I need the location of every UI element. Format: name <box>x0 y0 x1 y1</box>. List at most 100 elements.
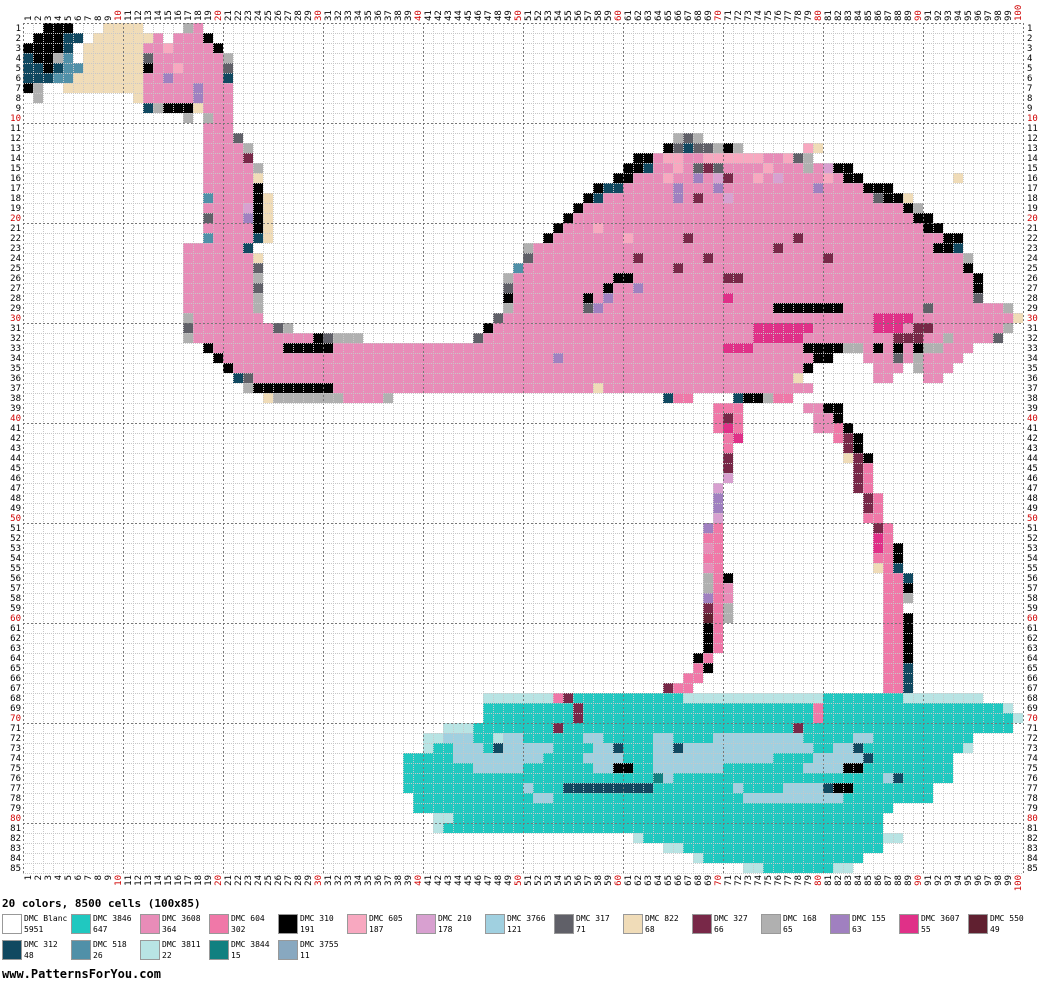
row-number: 57 <box>1027 584 1038 594</box>
stitch-cell <box>93 73 103 83</box>
legend-item: DMC 550 49 <box>968 914 1036 936</box>
stitch-cell <box>693 243 703 253</box>
stitch-cell <box>833 163 843 173</box>
stitch-cell <box>913 313 923 323</box>
stitch-cell <box>823 833 833 843</box>
stitch-cell <box>513 283 523 293</box>
stitch-cell <box>663 313 673 323</box>
column-number: 67 <box>684 875 694 886</box>
stitch-cell <box>573 823 583 833</box>
stitch-cell <box>973 303 983 313</box>
stitch-cell <box>653 743 663 753</box>
stitch-cell <box>633 243 643 253</box>
stitch-cell <box>623 263 633 273</box>
stitch-cell <box>773 813 783 823</box>
row-number: 13 <box>1027 144 1038 154</box>
stitch-cell <box>433 753 443 763</box>
stitch-cell <box>863 223 873 233</box>
stitch-cell <box>703 793 713 803</box>
column-number: 46 <box>474 10 484 21</box>
stitch-cell <box>23 53 33 63</box>
stitch-cell <box>523 273 533 283</box>
stitch-cell <box>753 283 763 293</box>
stitch-cell <box>833 233 843 243</box>
stitch-cell <box>603 293 613 303</box>
column-number: 47 <box>484 10 494 21</box>
stitch-cell <box>813 403 823 413</box>
stitch-cell <box>243 293 253 303</box>
stitch-cell <box>103 53 113 63</box>
stitch-cell <box>763 153 773 163</box>
stitch-cell <box>733 323 743 333</box>
stitch-cell <box>483 763 493 773</box>
stitch-cell <box>443 803 453 813</box>
stitch-cell <box>883 243 893 253</box>
stitch-cell <box>253 333 263 343</box>
stitch-cell <box>673 273 683 283</box>
stitch-cell <box>823 423 833 433</box>
stitch-cell <box>683 213 693 223</box>
stitch-cell <box>703 803 713 813</box>
stitch-cell <box>723 363 733 373</box>
stitch-cell <box>633 233 643 243</box>
stitch-cell <box>553 753 563 763</box>
stitch-cell <box>793 703 803 713</box>
column-number: 63 <box>644 10 654 21</box>
stitch-cell <box>653 213 663 223</box>
stitch-cell <box>503 303 513 313</box>
row-number: 77 <box>10 784 21 794</box>
stitch-cell <box>213 253 223 263</box>
stitch-cell <box>463 743 473 753</box>
stitch-cell <box>783 753 793 763</box>
stitch-cell <box>303 383 313 393</box>
stitch-cell <box>293 353 303 363</box>
stitch-cell <box>683 703 693 713</box>
stitch-cell <box>823 263 833 273</box>
stitch-cell <box>913 753 923 763</box>
stitch-cell <box>613 383 623 393</box>
stitch-cell <box>223 103 233 113</box>
stitch-cell <box>813 753 823 763</box>
stitch-cell <box>713 493 723 503</box>
column-number: 19 <box>204 875 214 886</box>
stitch-cell <box>713 413 723 423</box>
stitch-cell <box>613 763 623 773</box>
stitch-cell <box>833 813 843 823</box>
stitch-cell <box>863 813 873 823</box>
stitch-cell <box>833 293 843 303</box>
column-number: 33 <box>344 875 354 886</box>
stitch-cell <box>493 743 503 753</box>
stitch-cell <box>793 803 803 813</box>
stitch-cell <box>623 173 633 183</box>
stitch-cell <box>333 373 343 383</box>
stitch-cell <box>973 283 983 293</box>
stitch-cell <box>813 163 823 173</box>
stitch-cell <box>563 813 573 823</box>
row-number: 25 <box>10 264 21 274</box>
stitch-cell <box>523 693 533 703</box>
stitch-cell <box>523 303 533 313</box>
stitch-cell <box>883 693 893 703</box>
stitch-cell <box>693 843 703 853</box>
stitch-cell <box>533 733 543 743</box>
stitch-cell <box>893 543 903 553</box>
stitch-cell <box>903 613 913 623</box>
stitch-cell <box>873 753 883 763</box>
stitch-cell <box>813 703 823 713</box>
stitch-cell <box>193 53 203 63</box>
stitch-cell <box>253 383 263 393</box>
stitch-cell <box>643 273 653 283</box>
stitch-cell <box>773 783 783 793</box>
stitch-cell <box>623 353 633 363</box>
stitch-cell <box>613 753 623 763</box>
legend-swatch <box>140 914 160 934</box>
stitch-cell <box>823 813 833 823</box>
stitch-cell <box>883 643 893 653</box>
stitch-cell <box>523 733 533 743</box>
stitch-cell <box>943 293 953 303</box>
stitch-cell <box>953 323 963 333</box>
stitch-cell <box>703 613 713 623</box>
stitch-cell <box>713 373 723 383</box>
stitch-cell <box>783 263 793 273</box>
stitch-cell <box>903 773 913 783</box>
